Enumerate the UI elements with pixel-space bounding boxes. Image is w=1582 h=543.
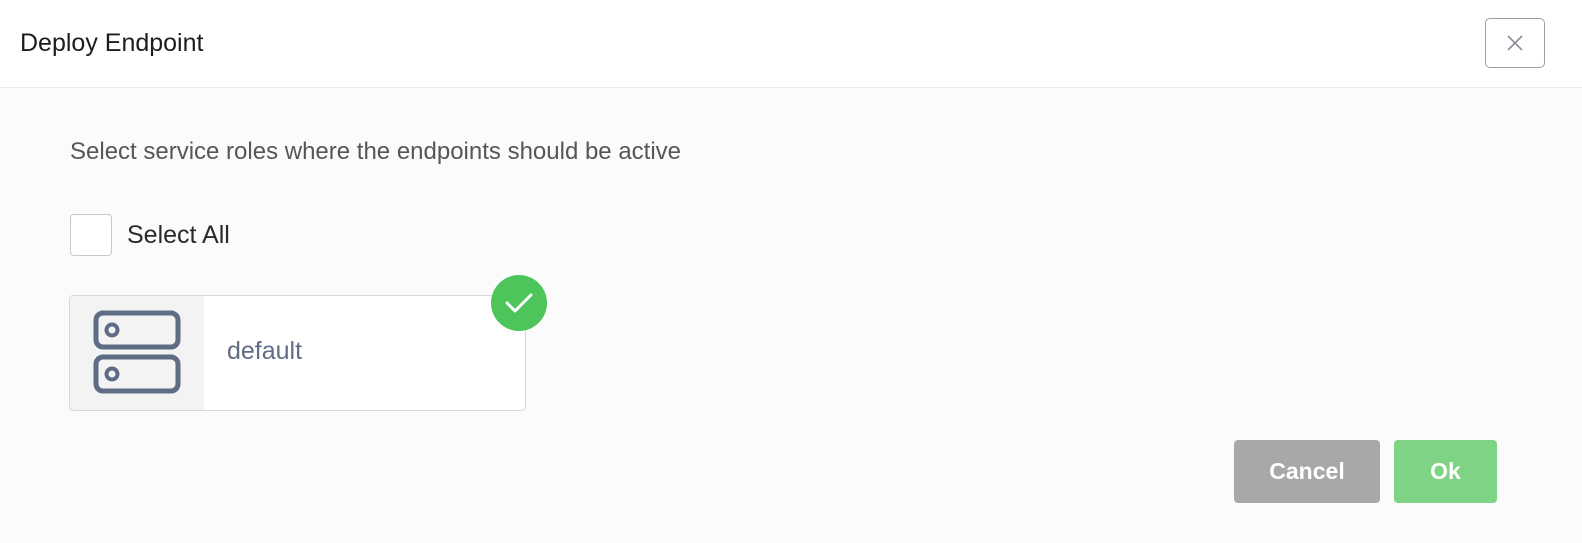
instruction-text: Select service roles where the endpoints… bbox=[70, 138, 682, 165]
close-button[interactable] bbox=[1485, 18, 1545, 68]
role-icon-box bbox=[70, 296, 204, 410]
select-all-row[interactable]: Select All bbox=[70, 214, 230, 256]
check-icon bbox=[505, 293, 533, 313]
deploy-endpoint-dialog: Deploy Endpoint Select service roles whe… bbox=[0, 0, 1582, 543]
dialog-title: Deploy Endpoint bbox=[20, 29, 204, 57]
server-icon bbox=[93, 310, 181, 394]
selected-check-badge bbox=[491, 275, 547, 331]
cancel-button[interactable]: Cancel bbox=[1234, 440, 1380, 503]
dialog-header: Deploy Endpoint bbox=[0, 0, 1582, 88]
select-all-checkbox[interactable] bbox=[70, 214, 112, 256]
role-label: default bbox=[227, 337, 303, 365]
ok-button[interactable]: Ok bbox=[1394, 440, 1497, 503]
close-icon bbox=[1507, 35, 1523, 51]
role-card-default[interactable]: default bbox=[69, 295, 526, 411]
select-all-label: Select All bbox=[127, 220, 230, 249]
